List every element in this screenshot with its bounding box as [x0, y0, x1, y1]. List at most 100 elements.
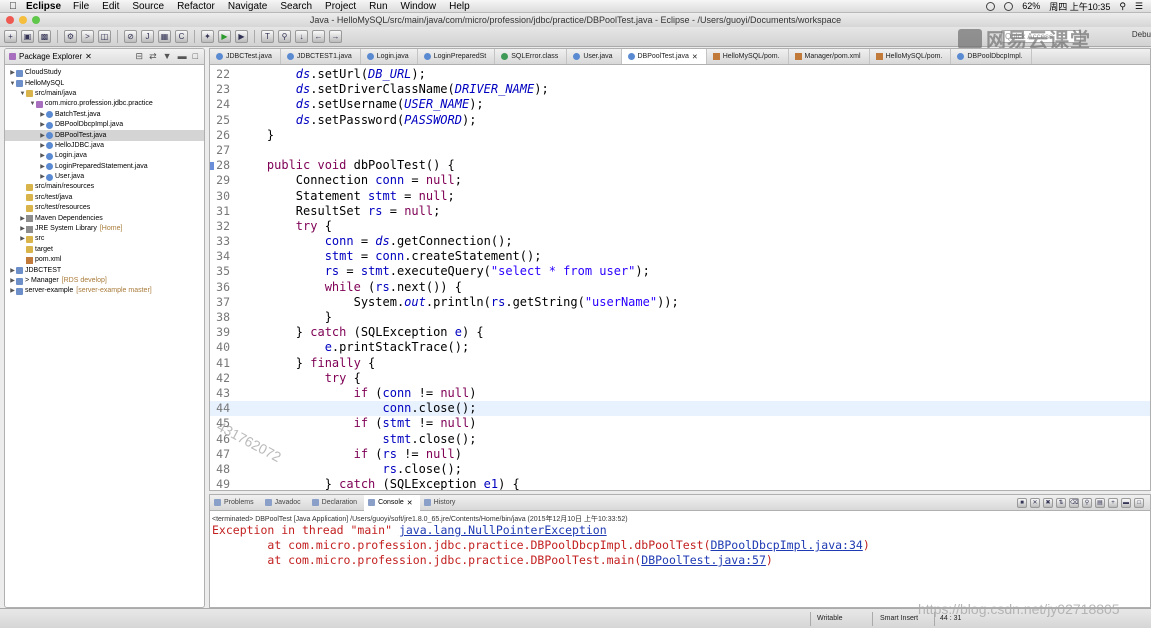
- scroll-lock-icon[interactable]: ⇅: [1056, 497, 1066, 508]
- code-line[interactable]: 39 } catch (SQLException e) {: [210, 325, 1150, 340]
- maximize-view-icon[interactable]: □: [193, 51, 198, 62]
- code-line[interactable]: 41 } finally {: [210, 356, 1150, 371]
- clear-console-icon[interactable]: ⌫: [1069, 497, 1079, 508]
- code-line[interactable]: 22 ds.setUrl(DB_URL);: [210, 67, 1150, 82]
- tree-item[interactable]: src/test/resources: [5, 203, 204, 213]
- skip-breakpoints-icon[interactable]: ⊘: [124, 30, 137, 43]
- collapsed-twisty-icon[interactable]: ▶: [39, 141, 46, 151]
- collapsed-twisty-icon[interactable]: ▶: [9, 266, 16, 276]
- tab-console[interactable]: Console ✕: [364, 495, 420, 511]
- tree-item[interactable]: ▶ Login.java: [5, 151, 204, 161]
- save-icon[interactable]: ▣: [21, 30, 34, 43]
- collapsed-twisty-icon[interactable]: ▶: [9, 276, 16, 286]
- pin-console-icon[interactable]: ⚲: [1082, 497, 1092, 508]
- tree-item[interactable]: src/main/resources: [5, 182, 204, 192]
- console-link[interactable]: DBPoolTest.java:57: [641, 553, 766, 567]
- tab-declaration[interactable]: Declaration: [308, 495, 364, 511]
- code-line[interactable]: 33 conn = ds.getConnection();: [210, 234, 1150, 249]
- minimize-window-button[interactable]: [19, 16, 27, 24]
- collapsed-twisty-icon[interactable]: ▶: [9, 68, 16, 78]
- close-window-button[interactable]: [6, 16, 14, 24]
- code-line[interactable]: 34 stmt = conn.createStatement();: [210, 249, 1150, 264]
- tree-item[interactable]: ▶ User.java: [5, 172, 204, 182]
- apple-icon[interactable]: : [0, 1, 26, 12]
- menu-item[interactable]: Project: [325, 1, 356, 12]
- minimize-view-icon[interactable]: ▬: [1121, 497, 1131, 508]
- code-line[interactable]: 31 ResultSet rs = null;: [210, 204, 1150, 219]
- expanded-twisty-icon[interactable]: ▼: [19, 89, 26, 99]
- tree-item[interactable]: ▶ BatchTest.java: [5, 110, 204, 120]
- editor-tab[interactable]: Login.java: [361, 49, 418, 64]
- tree-item[interactable]: ▼ com.micro.profession.jdbc.practice: [5, 99, 204, 109]
- code-line[interactable]: 23 ds.setDriverClassName(DRIVER_NAME);: [210, 82, 1150, 97]
- editor-tab[interactable]: DBPoolDbcpImpl.: [951, 49, 1032, 64]
- terminate-icon[interactable]: ■: [1017, 497, 1027, 508]
- tree-item[interactable]: ▶ DBPoolDbcpImpl.java: [5, 120, 204, 130]
- console-link[interactable]: java.lang.NullPointerException: [399, 523, 607, 537]
- menu-item[interactable]: Window: [401, 1, 437, 12]
- tree-item[interactable]: ▶ JDBCTEST: [5, 265, 204, 275]
- collapsed-twisty-icon[interactable]: ▶: [39, 120, 46, 130]
- back-icon[interactable]: ←: [312, 30, 325, 43]
- console-output[interactable]: Exception in thread "main" java.lang.Nul…: [210, 523, 1150, 569]
- code-line[interactable]: 26 }: [210, 128, 1150, 143]
- new-server-icon[interactable]: ◫: [98, 30, 111, 43]
- collapsed-twisty-icon[interactable]: ▶: [19, 214, 26, 224]
- close-icon[interactable]: ✕: [85, 52, 92, 61]
- tree-item[interactable]: ▶ HelloJDBC.java: [5, 141, 204, 151]
- collapse-all-icon[interactable]: ⊟: [136, 51, 144, 62]
- tree-item[interactable]: ▶ > Manager [RDS develop]: [5, 276, 204, 286]
- open-console-icon[interactable]: +: [1108, 497, 1118, 508]
- menu-item[interactable]: Search: [280, 1, 312, 12]
- open-type-icon[interactable]: T: [261, 30, 274, 43]
- app-menu-eclipse[interactable]: Eclipse: [26, 1, 61, 12]
- code-line[interactable]: 36 while (rs.next()) {: [210, 280, 1150, 295]
- collapsed-twisty-icon[interactable]: ▶: [39, 110, 46, 120]
- code-line[interactable]: 48 rs.close();: [210, 462, 1150, 477]
- editor-tab[interactable]: Manager/pom.xml: [789, 49, 870, 64]
- close-icon[interactable]: ✕: [692, 53, 698, 61]
- external-tools-icon[interactable]: ▶: [235, 30, 248, 43]
- forward-icon[interactable]: →: [329, 30, 342, 43]
- code-line[interactable]: 40 e.printStackTrace();: [210, 340, 1150, 355]
- maximize-view-icon[interactable]: □: [1134, 497, 1144, 508]
- editor-tab[interactable]: DBPoolTest.java ✕: [621, 49, 707, 64]
- code-line[interactable]: 47 if (rs != null): [210, 447, 1150, 462]
- expanded-twisty-icon[interactable]: ▼: [29, 99, 36, 109]
- menu-item[interactable]: Edit: [102, 1, 119, 12]
- collapsed-twisty-icon[interactable]: ▶: [39, 162, 46, 172]
- editor-tab[interactable]: JDBCTEST1.java: [281, 49, 361, 64]
- build-icon[interactable]: ⚙: [64, 30, 77, 43]
- tree-item[interactable]: ▶ src: [5, 234, 204, 244]
- notification-center-icon[interactable]: ☰: [1135, 1, 1143, 12]
- search-icon[interactable]: ⚲: [278, 30, 291, 43]
- code-line[interactable]: 45 if (stmt != null): [210, 416, 1150, 431]
- collapsed-twisty-icon[interactable]: ▶: [39, 151, 46, 161]
- collapsed-twisty-icon[interactable]: ▶: [39, 172, 46, 182]
- tree-item[interactable]: pom.xml: [5, 255, 204, 265]
- menu-item[interactable]: Help: [449, 1, 470, 12]
- menu-item[interactable]: File: [73, 1, 89, 12]
- tree-item[interactable]: ▶ Maven Dependencies: [5, 213, 204, 223]
- editor-tab[interactable]: JDBCTest.java: [210, 49, 281, 64]
- collapsed-twisty-icon[interactable]: ▶: [9, 286, 16, 296]
- tab-javadoc[interactable]: Javadoc: [261, 495, 308, 511]
- code-area[interactable]: 22 ds.setUrl(DB_URL); 23 ds.setDriverClas…: [210, 67, 1150, 490]
- debug-perspective-button[interactable]: Debu: [1132, 30, 1151, 39]
- code-line[interactable]: 24 ds.setUsername(USER_NAME);: [210, 97, 1150, 112]
- tree-item[interactable]: ▶ DBPoolTest.java: [5, 130, 204, 141]
- tree-item[interactable]: ▼ HelloMySQL: [5, 78, 204, 88]
- wifi-icon[interactable]: [1004, 1, 1014, 11]
- code-line[interactable]: 42 try {: [210, 371, 1150, 386]
- tab-history[interactable]: History: [420, 495, 463, 511]
- code-line[interactable]: 32 try {: [210, 219, 1150, 234]
- package-explorer-tab[interactable]: Package Explorer ✕ ⊟ ⇄ ▼ ▬ □: [5, 49, 204, 65]
- display-console-icon[interactable]: ▤: [1095, 497, 1105, 508]
- spotlight-icon[interactable]: ⚲: [1119, 1, 1126, 12]
- code-line[interactable]: 25 ds.setPassword(PASSWORD);: [210, 113, 1150, 128]
- tree-item[interactable]: ▶ CloudStudy: [5, 68, 204, 78]
- console-link[interactable]: DBPoolDbcpImpl.java:34: [711, 538, 863, 552]
- zoom-window-button[interactable]: [32, 16, 40, 24]
- collapsed-twisty-icon[interactable]: ▶: [39, 131, 46, 141]
- tab-problems[interactable]: Problems: [210, 495, 261, 511]
